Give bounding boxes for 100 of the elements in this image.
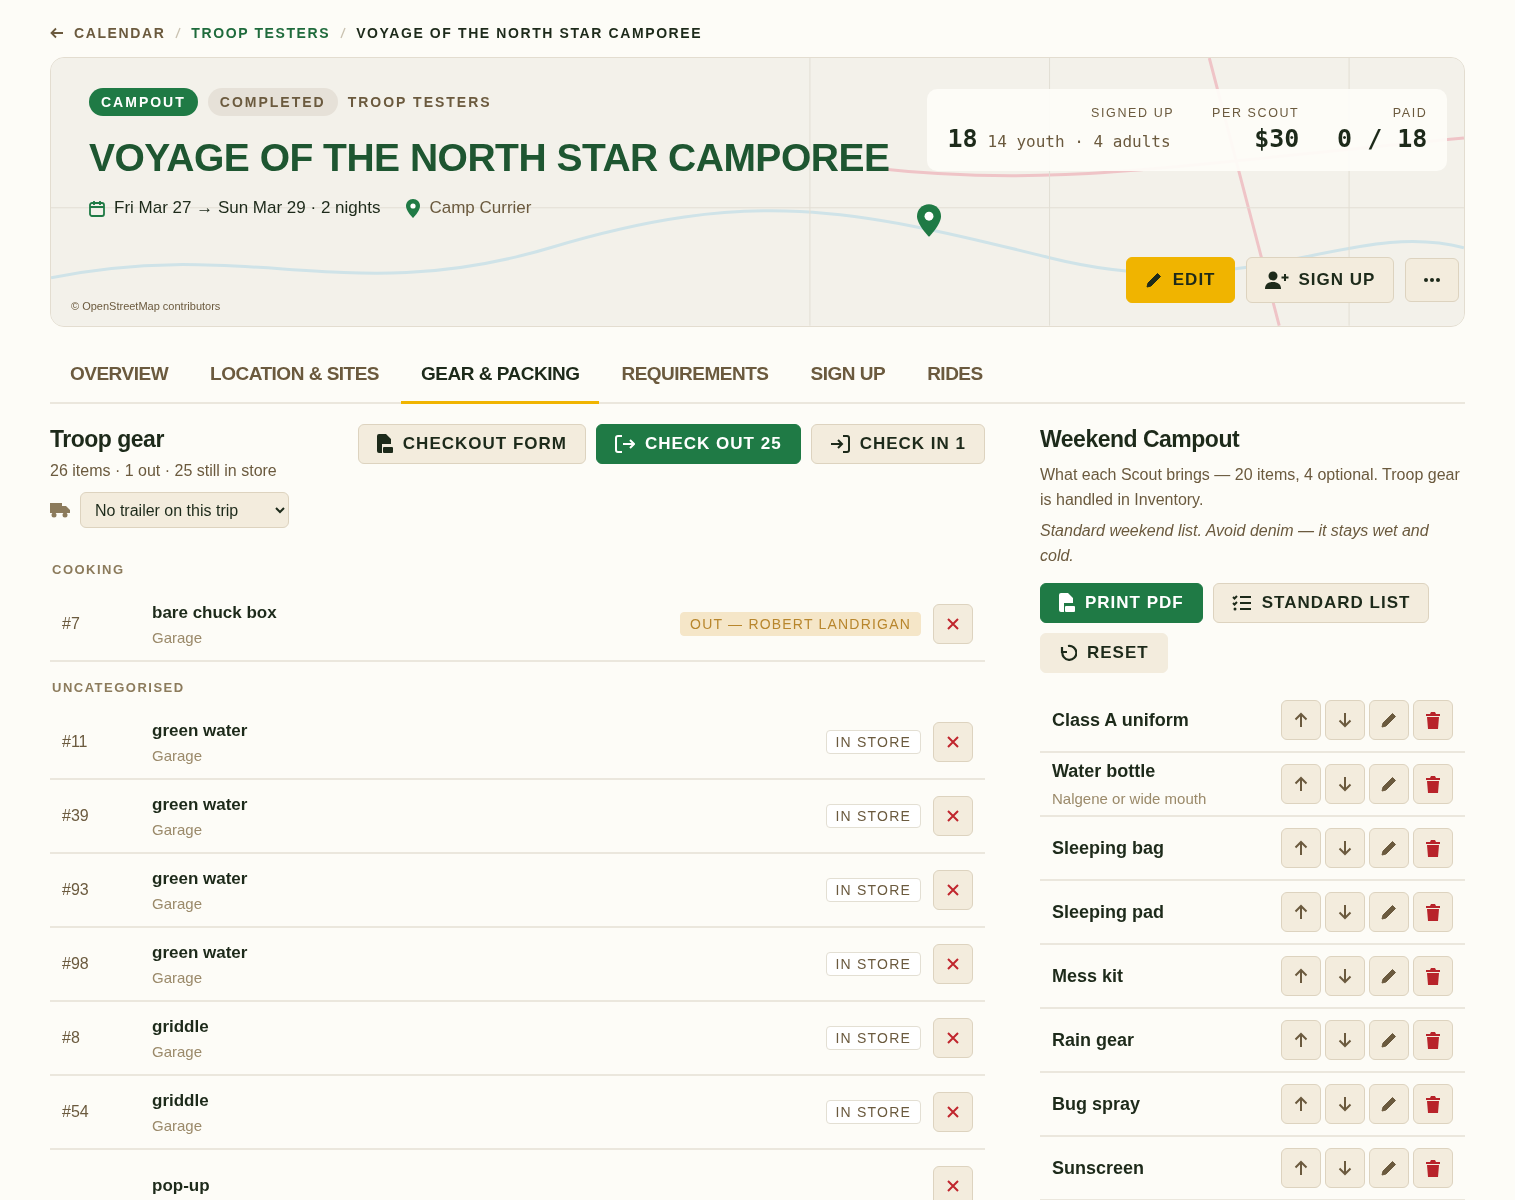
delete-button[interactable] — [1413, 700, 1453, 740]
edit-item-button[interactable] — [1369, 764, 1409, 804]
check-out-button[interactable]: CHECK OUT 25 — [595, 424, 801, 464]
tab[interactable]: SIGN UP — [790, 347, 906, 404]
edit-item-button[interactable] — [1369, 892, 1409, 932]
tab[interactable]: OVERVIEW — [50, 347, 189, 404]
move-down-button[interactable] — [1325, 700, 1365, 740]
standard-list-button[interactable]: STANDARD LIST — [1212, 583, 1430, 623]
status-badge: IN STORE — [825, 952, 921, 976]
map-credit: © OpenStreetMap contributors — [71, 300, 222, 312]
move-down-button[interactable] — [1325, 1020, 1365, 1060]
delete-button[interactable] — [1413, 764, 1453, 804]
check-in-button[interactable]: CHECK IN 1 — [810, 424, 985, 464]
move-down-button[interactable] — [1325, 1084, 1365, 1124]
checklist-icon — [1231, 595, 1252, 611]
remove-button[interactable] — [933, 722, 973, 762]
x-icon — [947, 884, 959, 896]
move-down-button[interactable] — [1325, 892, 1365, 932]
item-number: #98 — [62, 955, 90, 973]
list-description: What each Scout brings — 20 items, 4 optional. Troop gear is handled in Inventory. — [1040, 465, 1461, 510]
checkout-form-button[interactable]: CHECKOUT FORM — [357, 424, 586, 464]
remove-button[interactable] — [933, 1166, 973, 1200]
item-number: #93 — [62, 881, 90, 899]
trailer-select[interactable]: No trailer on this trip — [80, 492, 289, 528]
up-arrow-icon — [1294, 840, 1308, 856]
remove-button[interactable] — [933, 944, 973, 984]
item-number: #8 — [62, 1029, 81, 1047]
delete-button[interactable] — [1413, 956, 1453, 996]
type-tag: CAMPOUT — [89, 88, 198, 116]
breadcrumb-link[interactable]: CALENDAR — [74, 25, 166, 41]
remove-button[interactable] — [933, 1092, 973, 1132]
calendar-icon — [89, 199, 105, 217]
up-arrow-icon — [1294, 1032, 1308, 1048]
more-dots-icon — [1424, 278, 1441, 282]
x-icon — [947, 1032, 959, 1044]
item-name: griddle — [152, 1090, 210, 1111]
move-down-button[interactable] — [1325, 1148, 1365, 1188]
trash-icon — [1426, 711, 1440, 729]
move-down-button[interactable] — [1325, 956, 1365, 996]
tab[interactable]: GEAR & PACKING — [401, 347, 600, 404]
delete-button[interactable] — [1413, 1084, 1453, 1124]
item-name: bare chuck box — [152, 602, 278, 623]
move-up-button[interactable] — [1281, 1084, 1321, 1124]
stat-label: PAID — [1391, 106, 1428, 120]
move-up-button[interactable] — [1281, 700, 1321, 740]
item-number: #11 — [62, 733, 89, 751]
edit-item-button[interactable] — [1369, 1020, 1409, 1060]
packing-item-name: Sleeping pad — [1052, 901, 1165, 923]
down-arrow-icon — [1338, 1160, 1352, 1176]
category-heading: UNCATEGORISED — [52, 680, 186, 697]
x-icon — [947, 958, 959, 970]
sign-up-button[interactable]: SIGN UP — [1245, 257, 1395, 303]
remove-button[interactable] — [933, 1018, 973, 1058]
tab[interactable]: RIDES — [907, 347, 1003, 404]
delete-button[interactable] — [1413, 828, 1453, 868]
move-up-button[interactable] — [1281, 892, 1321, 932]
move-up-button[interactable] — [1281, 828, 1321, 868]
edit-item-button[interactable] — [1369, 956, 1409, 996]
trash-icon — [1426, 903, 1440, 921]
move-down-button[interactable] — [1325, 764, 1365, 804]
breadcrumb-link[interactable]: TROOP TESTERS — [191, 25, 331, 41]
reset-button[interactable]: RESET — [1040, 633, 1168, 673]
item-name: green water — [152, 794, 249, 815]
move-up-button[interactable] — [1281, 1148, 1321, 1188]
status-badge: IN STORE — [825, 1026, 921, 1050]
move-up-button[interactable] — [1281, 956, 1321, 996]
trash-icon — [1426, 1031, 1440, 1049]
packing-item-name: Sunscreen — [1052, 1157, 1145, 1179]
edit-item-button[interactable] — [1369, 1148, 1409, 1188]
slash-separator-icon — [175, 27, 182, 39]
move-down-button[interactable] — [1325, 828, 1365, 868]
status-badge: IN STORE — [825, 1100, 921, 1124]
tab[interactable]: LOCATION & SITES — [190, 347, 400, 404]
trash-icon — [1426, 839, 1440, 857]
truck-icon — [50, 502, 70, 518]
stat-label: SIGNED UP — [1090, 106, 1175, 120]
delete-button[interactable] — [1413, 892, 1453, 932]
remove-button[interactable] — [933, 870, 973, 910]
item-name: green water — [152, 720, 249, 741]
tab[interactable]: REQUIREMENTS — [601, 347, 789, 404]
down-arrow-icon — [1338, 1032, 1352, 1048]
edit-item-button[interactable] — [1369, 1084, 1409, 1124]
delete-button[interactable] — [1413, 1148, 1453, 1188]
print-pdf-button[interactable]: PRINT PDF — [1040, 583, 1203, 623]
down-arrow-icon — [1338, 904, 1352, 920]
edit-item-button[interactable] — [1369, 700, 1409, 740]
pencil-icon — [1380, 711, 1398, 729]
edit-item-button[interactable] — [1369, 828, 1409, 868]
remove-button[interactable] — [933, 604, 973, 644]
edit-button[interactable]: EDIT — [1125, 257, 1235, 303]
event-title: VOYAGE OF THE NORTH STAR CAMPOREE — [89, 135, 890, 181]
down-arrow-icon — [1338, 1096, 1352, 1112]
remove-button[interactable] — [933, 796, 973, 836]
item-number: #39 — [62, 807, 90, 825]
move-up-button[interactable] — [1281, 764, 1321, 804]
delete-button[interactable] — [1413, 1020, 1453, 1060]
packing-item-name: Class A uniform — [1052, 709, 1189, 731]
x-icon — [947, 618, 959, 630]
sign-in-icon — [829, 435, 850, 453]
move-up-button[interactable] — [1281, 1020, 1321, 1060]
